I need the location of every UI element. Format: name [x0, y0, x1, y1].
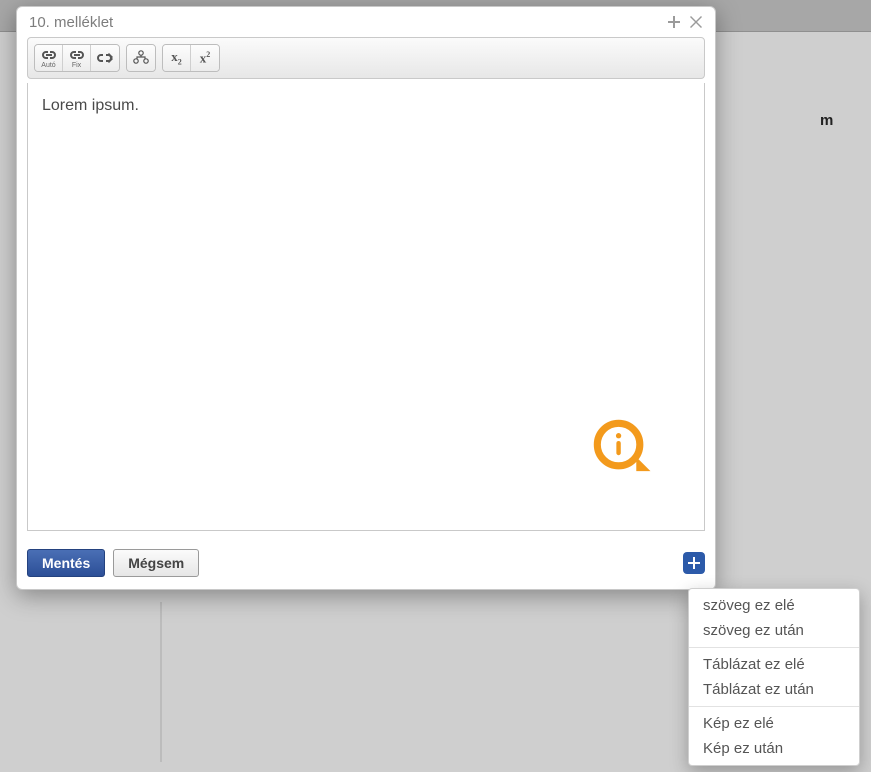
- insert-menu: szöveg ez elé szöveg ez után Táblázat ez…: [688, 588, 860, 766]
- header-close-button[interactable]: [687, 13, 705, 31]
- background-divider: [160, 602, 162, 762]
- menu-item-table-after[interactable]: Táblázat ez után: [689, 677, 859, 702]
- link-icon: [42, 48, 56, 61]
- link-fix-label: Fix: [72, 62, 81, 69]
- link-auto-button[interactable]: Autó: [35, 45, 63, 71]
- plus-icon: [668, 16, 680, 28]
- modal-title: 10. melléklet: [29, 14, 661, 31]
- menu-item-image-before[interactable]: Kép ez elé: [689, 711, 859, 736]
- toolbar-group-links: Autó Fix: [34, 44, 120, 72]
- hierarchy-icon: [133, 50, 149, 66]
- editor-modal: 10. melléklet Autó Fix: [16, 6, 716, 590]
- link-remove-button[interactable]: [91, 45, 119, 71]
- editor-content: Lorem ipsum.: [42, 97, 139, 114]
- superscript-icon: x2: [200, 51, 211, 64]
- link-fix-button[interactable]: Fix: [63, 45, 91, 71]
- link-icon: [70, 48, 84, 61]
- background-heading-fragment: m: [820, 112, 833, 129]
- menu-item-table-before[interactable]: Táblázat ez elé: [689, 652, 859, 677]
- toolbar-group-script: x2 x2: [162, 44, 220, 72]
- cancel-button[interactable]: Mégsem: [113, 549, 199, 577]
- menu-separator: [689, 706, 859, 707]
- header-add-button[interactable]: [665, 13, 683, 31]
- plus-icon: [688, 557, 700, 569]
- superscript-button[interactable]: x2: [191, 45, 219, 71]
- save-button[interactable]: Mentés: [27, 549, 105, 577]
- link-auto-label: Autó: [41, 62, 55, 69]
- menu-separator: [689, 647, 859, 648]
- insert-menu-button[interactable]: [683, 552, 705, 574]
- menu-item-image-after[interactable]: Kép ez után: [689, 736, 859, 761]
- unlink-icon: [97, 52, 113, 65]
- toolbar-group-tree: [126, 44, 156, 72]
- modal-footer: Mentés Mégsem: [17, 541, 715, 589]
- subscript-button[interactable]: x2: [163, 45, 191, 71]
- subscript-icon: x2: [171, 50, 182, 67]
- menu-item-text-before[interactable]: szöveg ez elé: [689, 593, 859, 618]
- menu-item-text-after[interactable]: szöveg ez után: [689, 618, 859, 643]
- editor-textarea[interactable]: Lorem ipsum.: [27, 83, 705, 531]
- structure-button[interactable]: [127, 45, 155, 71]
- attention-callout: [592, 418, 654, 480]
- editor-toolbar: Autó Fix x2: [27, 37, 705, 79]
- close-icon: [690, 16, 702, 28]
- modal-header: 10. melléklet: [17, 7, 715, 37]
